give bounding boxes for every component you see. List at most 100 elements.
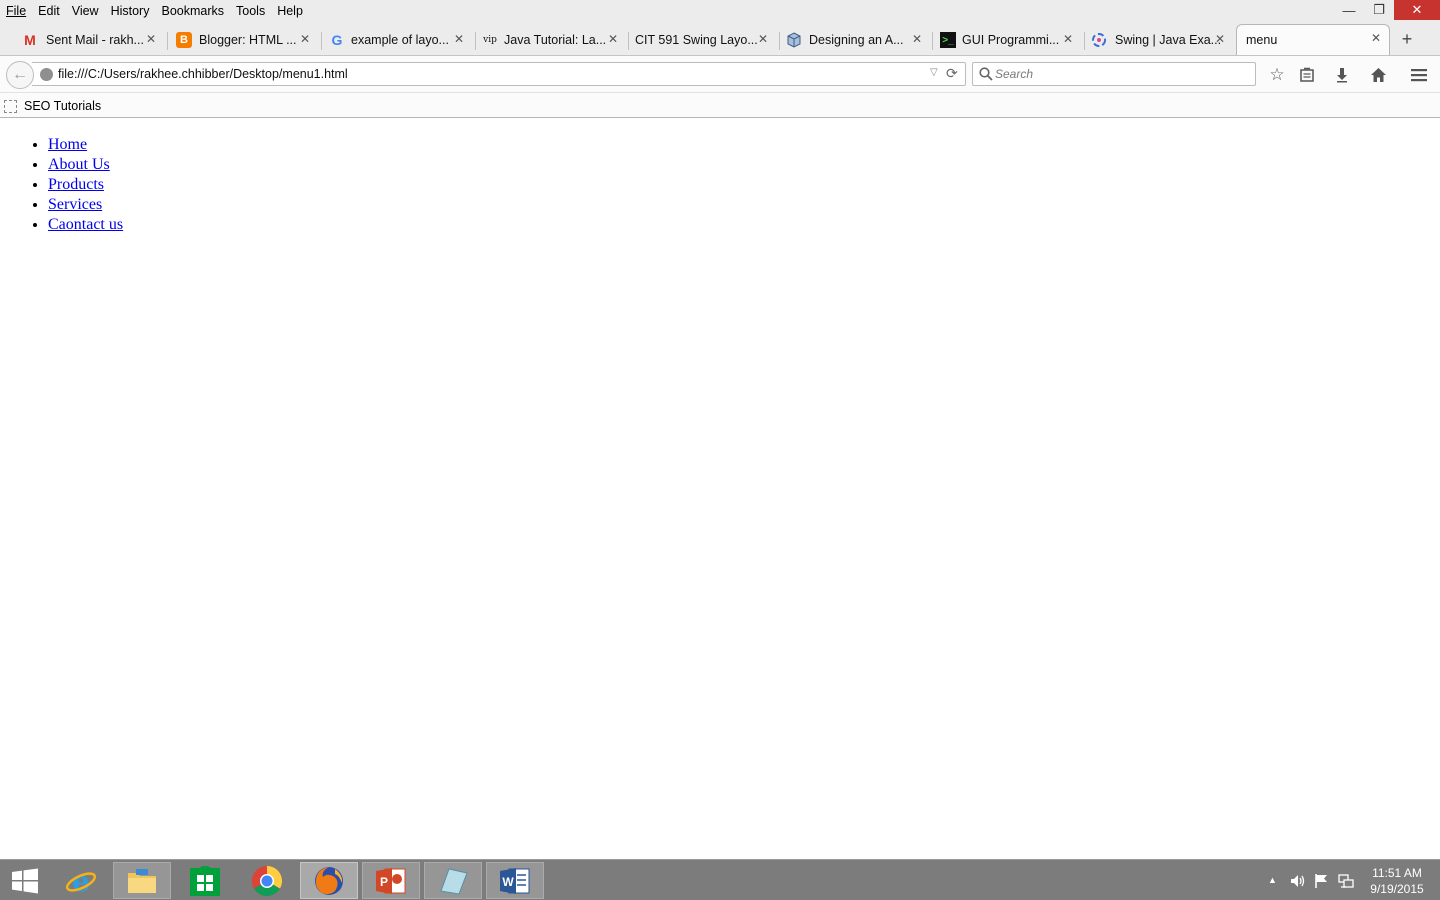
tab-cit-591[interactable]: CIT 591 Swing Layo... ✕	[626, 26, 776, 54]
menu-bar: File Edit View History Bookmarks Tools H…	[0, 0, 1440, 22]
hamburger-menu-icon[interactable]	[1408, 64, 1430, 86]
contact-us-link[interactable]: Caontact us	[48, 216, 123, 233]
tab-separator	[779, 32, 780, 50]
app-icon[interactable]	[424, 862, 482, 899]
powerpoint-icon[interactable]: P	[362, 862, 420, 899]
tab-close-icon[interactable]: ✕	[1063, 32, 1073, 46]
about-us-link[interactable]: About Us	[48, 156, 110, 173]
tab-blogger[interactable]: B Blogger: HTML ... ✕	[170, 26, 318, 54]
tab-swing-java[interactable]: Swing | Java Exa... ✕	[1087, 26, 1233, 54]
url-text[interactable]: file:///C:/Users/rakhee.chhibber/Desktop…	[58, 67, 348, 81]
url-bar[interactable]: file:///C:/Users/rakhee.chhibber/Desktop…	[32, 62, 966, 86]
downloads-icon[interactable]	[1331, 64, 1353, 86]
menu-history[interactable]: History	[105, 1, 156, 21]
clock-time: 11:51 AM	[1372, 866, 1422, 880]
services-link[interactable]: Services	[48, 196, 102, 213]
bookmark-star-icon[interactable]: ☆	[1266, 64, 1288, 86]
tab-label: Sent Mail - rakh...	[46, 33, 144, 47]
menu-tools-label: Tools	[236, 4, 266, 18]
word-icon[interactable]: W	[486, 862, 544, 899]
menu-bookmarks-label: Bookmarks	[161, 4, 225, 18]
tab-gui-programming[interactable]: >_ GUI Programmi... ✕	[935, 26, 1081, 54]
search-icon[interactable]	[978, 66, 994, 82]
new-tab-button[interactable]: +	[1396, 28, 1418, 50]
search-input[interactable]	[995, 65, 1245, 83]
tab-label: CIT 591 Swing Layo...	[635, 33, 758, 47]
svg-text:P: P	[380, 875, 388, 889]
volume-icon[interactable]	[1290, 873, 1306, 892]
restore-button[interactable]: ❐	[1364, 0, 1394, 20]
reading-list-icon[interactable]	[1296, 64, 1318, 86]
clock-date: 9/19/2015	[1370, 882, 1424, 896]
cube-icon	[786, 32, 802, 48]
window-controls: — ❐ ✕	[1334, 0, 1440, 20]
history-dropdown-icon[interactable]: ▽	[930, 67, 938, 78]
tab-gmail[interactable]: M Sent Mail - rakh... ✕	[18, 26, 164, 54]
home-icon[interactable]	[1367, 64, 1389, 86]
menu-view[interactable]: View	[66, 1, 105, 21]
close-window-button[interactable]: ✕	[1394, 0, 1440, 20]
bookmark-label: SEO Tutorials	[24, 99, 102, 113]
navigation-toolbar: file:///C:/Users/rakhee.chhibber/Desktop…	[0, 55, 1440, 92]
gmail-icon: M	[24, 32, 36, 48]
tab-label: Swing | Java Exa...	[1115, 33, 1222, 47]
tab-designing[interactable]: Designing an A... ✕	[782, 26, 930, 54]
chrome-icon[interactable]	[238, 862, 296, 899]
tab-separator	[167, 32, 168, 50]
bookmark-seo-tutorials[interactable]: SEO Tutorials	[4, 97, 101, 115]
windows-start-icon[interactable]	[0, 862, 50, 899]
menu-edit[interactable]: Edit	[32, 1, 66, 21]
tab-label: example of layo...	[351, 33, 449, 47]
back-button[interactable]: ←	[6, 61, 34, 89]
tab-close-icon[interactable]: ✕	[300, 32, 310, 46]
list-item: About Us	[48, 155, 123, 175]
list-item: Services	[48, 195, 123, 215]
menu-bookmarks[interactable]: Bookmarks	[155, 1, 230, 21]
tab-separator	[475, 32, 476, 50]
tab-google[interactable]: G example of layo... ✕	[324, 26, 472, 54]
home-link[interactable]: Home	[48, 136, 87, 153]
menu-file[interactable]: File	[0, 1, 32, 21]
tab-menu-active[interactable]: menu ✕	[1236, 24, 1390, 55]
terminal-icon: >_	[940, 32, 956, 48]
tab-close-icon[interactable]: ✕	[608, 32, 618, 46]
globe-icon	[40, 68, 53, 81]
tab-close-icon[interactable]: ✕	[1215, 32, 1225, 46]
tab-close-icon[interactable]: ✕	[454, 32, 464, 46]
file-explorer-icon[interactable]	[113, 862, 171, 899]
menu-edit-label: Edit	[38, 4, 60, 18]
system-clock[interactable]: 11:51 AM 9/19/2015	[1362, 865, 1432, 897]
reload-icon[interactable]: ⟳	[946, 65, 958, 82]
tab-java-tutorial[interactable]: vip Java Tutorial: La... ✕	[478, 26, 626, 54]
windows-store-icon[interactable]	[176, 862, 234, 899]
vip-icon: vip	[483, 35, 497, 45]
tab-separator	[1084, 32, 1085, 50]
tab-close-icon[interactable]: ✕	[1371, 31, 1381, 45]
action-center-flag-icon[interactable]	[1314, 873, 1329, 892]
menu-help[interactable]: Help	[271, 1, 309, 21]
tab-label: Blogger: HTML ...	[199, 33, 297, 47]
list-item: Products	[48, 175, 123, 195]
list-item: Home	[48, 135, 123, 155]
network-icon[interactable]	[1338, 873, 1354, 892]
menu-tools[interactable]: Tools	[230, 1, 271, 21]
tab-strip: M Sent Mail - rakh... ✕ B Blogger: HTML …	[0, 24, 1440, 55]
minimize-button[interactable]: —	[1334, 0, 1364, 20]
menu-help-label: Help	[277, 4, 303, 18]
svg-text:e: e	[72, 865, 90, 897]
menu-view-label: View	[71, 4, 99, 18]
page-content: Home About Us Products Services Caontact…	[0, 119, 1440, 859]
internet-explorer-icon[interactable]: e	[52, 862, 110, 899]
browser-chrome: File Edit View History Bookmarks Tools H…	[0, 0, 1440, 118]
products-link[interactable]: Products	[48, 176, 104, 193]
windows-taskbar: e P W ▲ 11:51 AM 9/19/2015	[0, 859, 1440, 900]
search-bar[interactable]	[972, 62, 1256, 86]
tab-label: Java Tutorial: La...	[504, 33, 607, 47]
show-hidden-icons-chevron-icon[interactable]: ▲	[1268, 875, 1277, 885]
menu-history-label: History	[110, 4, 150, 18]
tab-close-icon[interactable]: ✕	[146, 32, 156, 46]
bookmarks-toolbar: SEO Tutorials	[0, 92, 1440, 117]
tab-close-icon[interactable]: ✕	[912, 32, 922, 46]
firefox-icon[interactable]	[300, 862, 358, 899]
tab-close-icon[interactable]: ✕	[758, 32, 768, 46]
